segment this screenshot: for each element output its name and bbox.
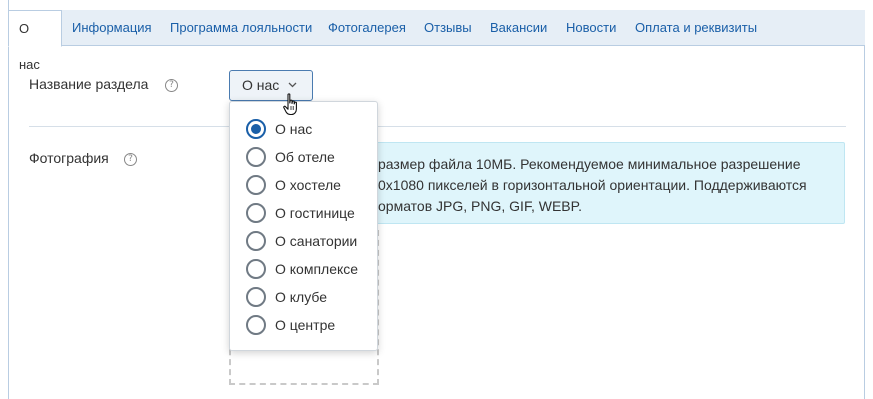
radio-icon <box>246 259 266 279</box>
option-label: Об отеле <box>275 149 335 165</box>
section-divider <box>29 126 846 127</box>
option-label: О гостинице <box>275 205 355 221</box>
radio-icon <box>246 315 266 335</box>
radio-checked-icon <box>246 119 266 139</box>
content-right-border <box>864 46 865 399</box>
tab-news[interactable]: Новости <box>556 10 626 46</box>
option-label: О хостеле <box>275 177 341 193</box>
tab-loyalty-program[interactable]: Программа лояльности <box>160 10 322 46</box>
select-value: О нас <box>242 77 280 93</box>
question-circle-icon[interactable]: ? <box>165 79 178 92</box>
tab-photo-gallery[interactable]: Фотогалерея <box>318 10 416 46</box>
tab-reviews[interactable]: Отзывы <box>414 10 482 46</box>
info-line: орматов JPG, PNG, GIF, WEBP. <box>378 198 583 214</box>
tab-vacancies[interactable]: Вакансии <box>480 10 557 46</box>
tab-bar: О нас Информация Программа лояльности Фо… <box>8 10 865 72</box>
option-label: О клубе <box>275 289 328 305</box>
radio-icon <box>246 231 266 251</box>
dropdown-option-sanatorium[interactable]: О санатории <box>246 230 374 252</box>
section-name-label: Название раздела <box>29 76 149 92</box>
radio-icon <box>246 203 266 223</box>
dropdown-option-hostel[interactable]: О хостеле <box>246 174 374 196</box>
hand-pointer-icon <box>283 93 301 122</box>
tab-information[interactable]: Информация <box>62 10 162 46</box>
dropdown-option-club[interactable]: О клубе <box>246 286 374 308</box>
dropdown-option-complex[interactable]: О комплексе <box>246 258 374 280</box>
dropdown-option-hotel[interactable]: Об отеле <box>246 146 374 168</box>
option-label: О комплексе <box>275 261 359 277</box>
photo-label: Фотография <box>29 150 109 166</box>
radio-icon <box>246 147 266 167</box>
option-label: О санатории <box>275 233 358 249</box>
dropdown-option-guesthouse[interactable]: О гостинице <box>246 202 374 224</box>
photo-info-box: размер файла 10МБ. Рекомендуемое минимал… <box>365 142 845 224</box>
tab-about[interactable]: О нас <box>8 10 62 72</box>
dropdown-option-about[interactable]: О нас <box>246 118 374 140</box>
radio-icon <box>246 175 266 195</box>
dropdown-option-center[interactable]: О центре <box>246 314 374 336</box>
info-line: размер файла 10МБ. Рекомендуемое минимал… <box>378 156 801 172</box>
radio-icon <box>246 287 266 307</box>
option-label: О центре <box>275 317 336 333</box>
section-name-dropdown: О нас Об отеле О хостеле О гостинице О с… <box>229 101 378 351</box>
option-label: О нас <box>275 121 313 137</box>
info-line: 0x1080 пикселей в горизонтальной ориента… <box>378 177 807 193</box>
question-circle-icon[interactable]: ? <box>124 153 137 166</box>
tab-payment-details[interactable]: Оплата и реквизиты <box>625 10 767 46</box>
